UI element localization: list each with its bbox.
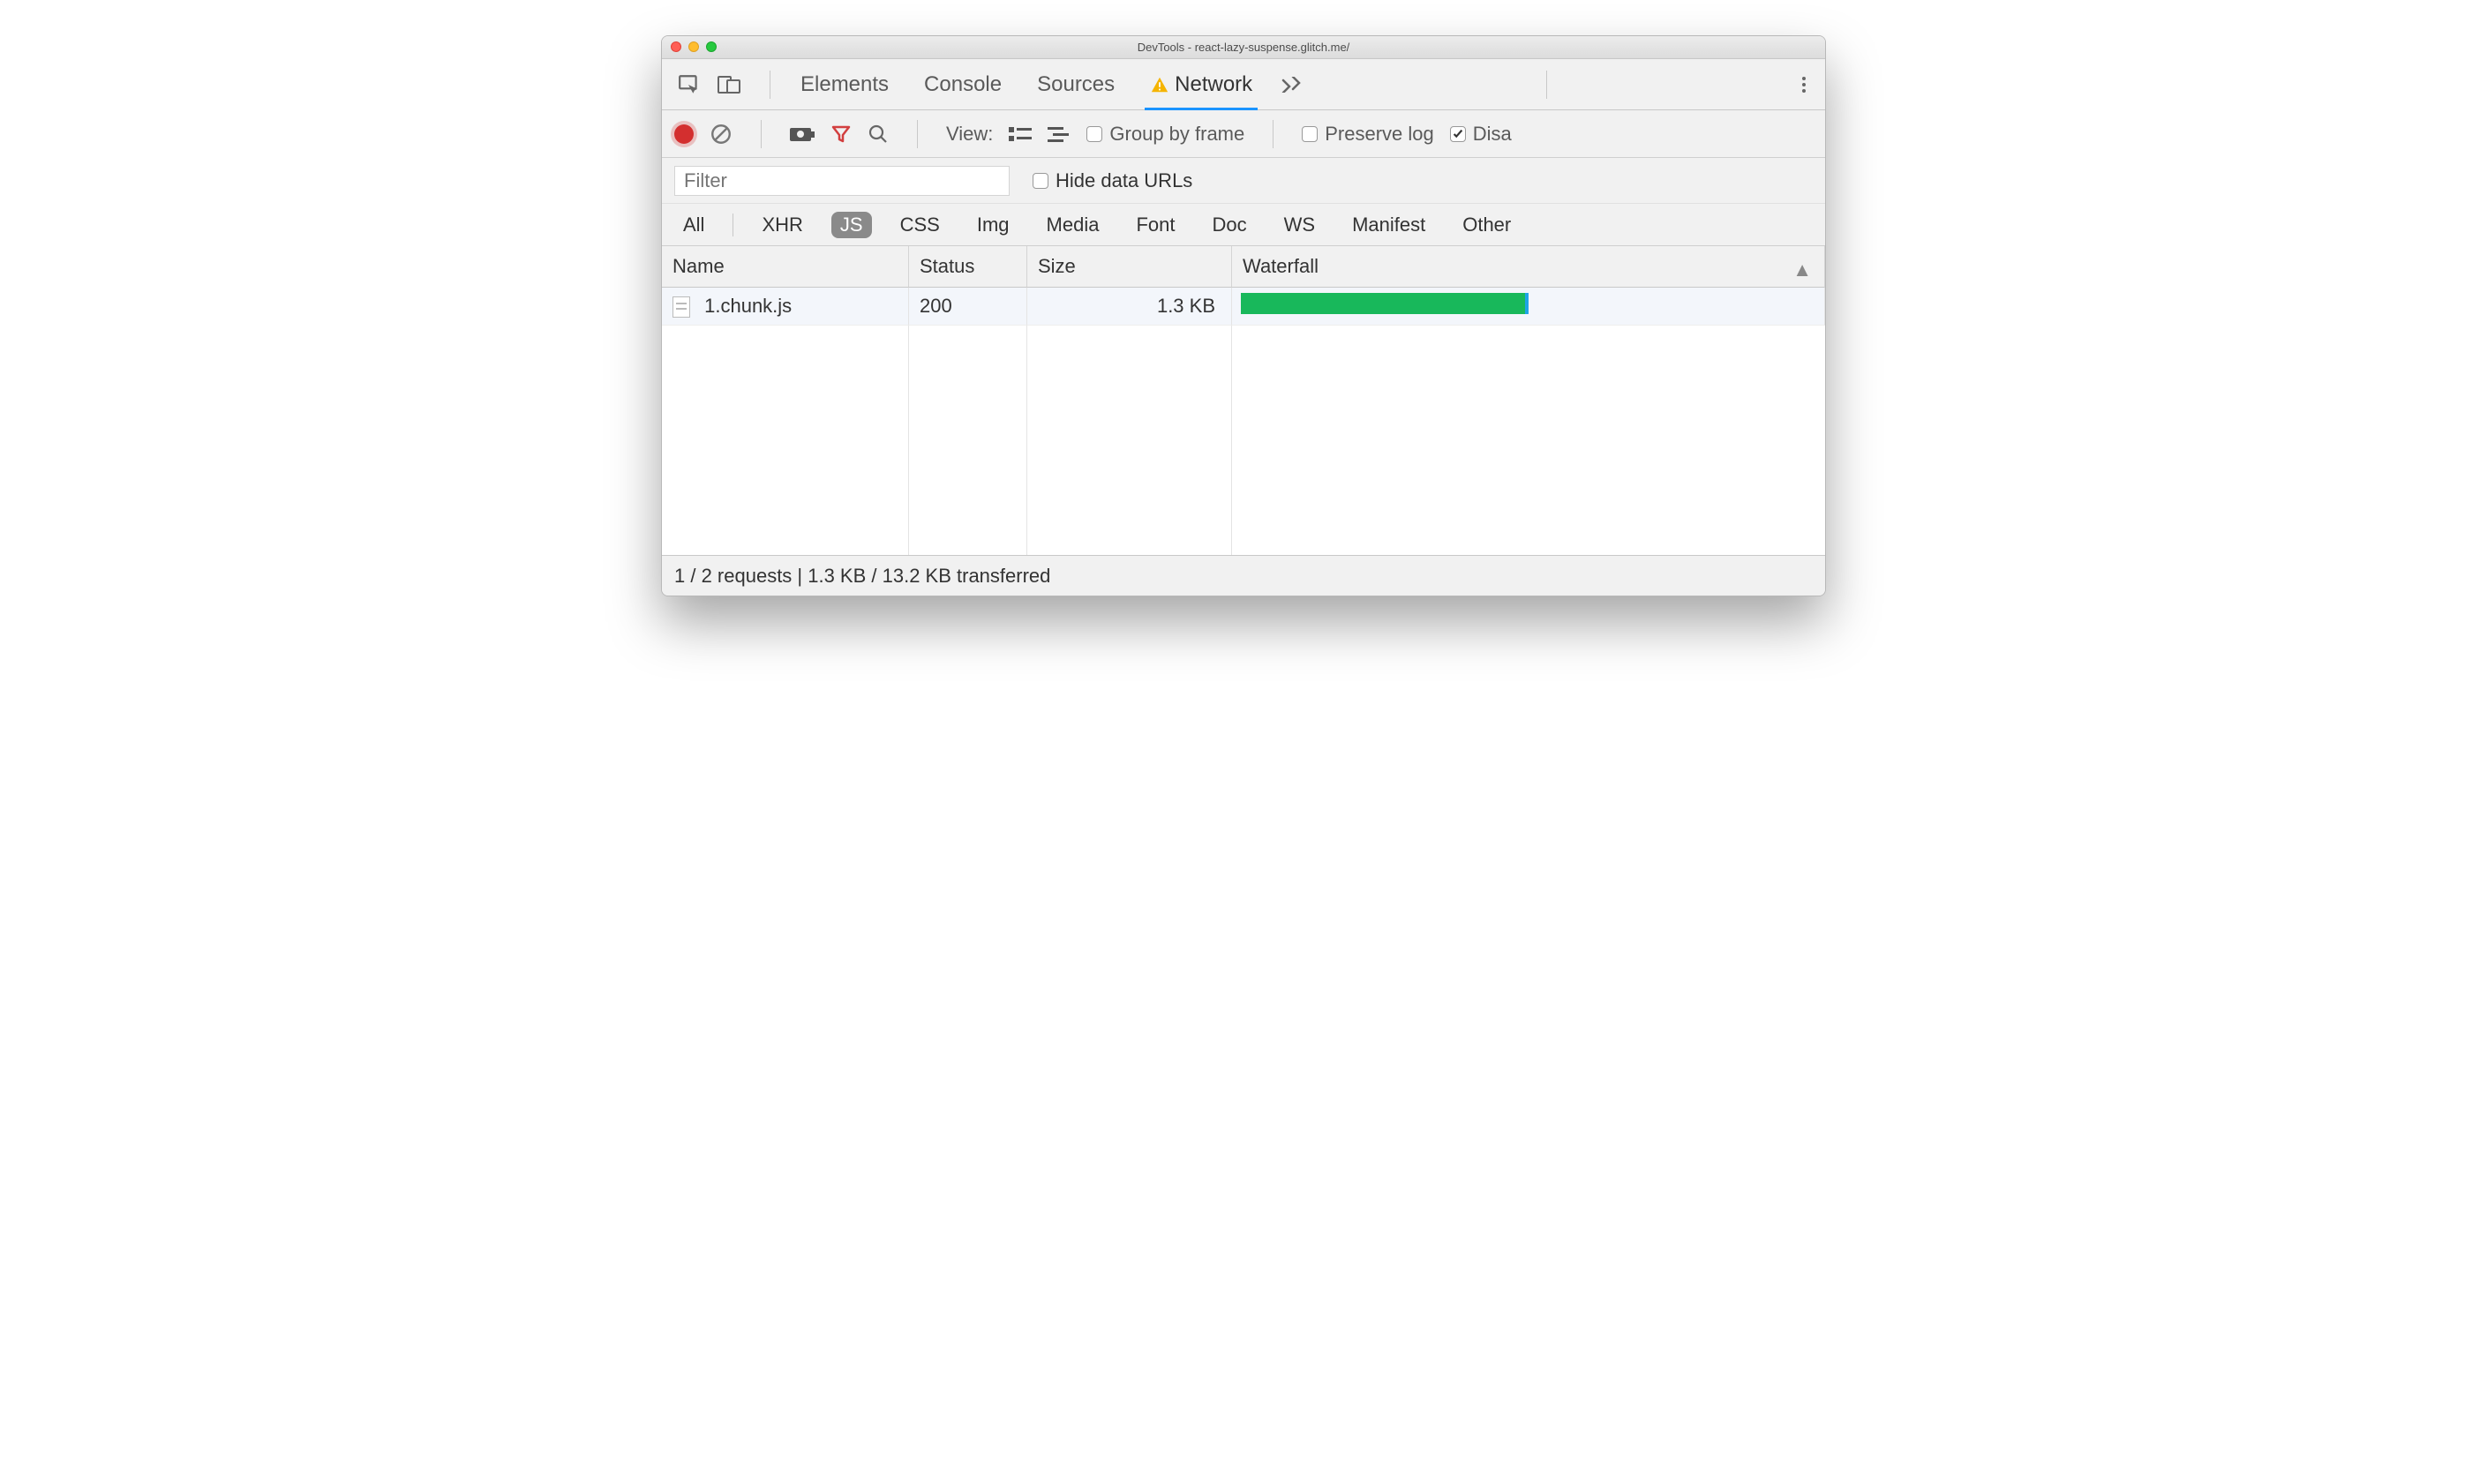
- network-toolbar: View: Group by frame Preserve log Disa: [662, 110, 1825, 158]
- tab-network[interactable]: Network: [1132, 59, 1270, 109]
- type-ws[interactable]: WS: [1275, 212, 1324, 238]
- inspect-element-icon[interactable]: [678, 73, 701, 96]
- filter-bar: Hide data URLs: [662, 158, 1825, 204]
- view-label: View:: [946, 123, 993, 146]
- devtools-window: DevTools - react-lazy-suspense.glitch.me…: [661, 35, 1826, 596]
- status-summary: 1 / 2 requests | 1.3 KB / 13.2 KB transf…: [674, 565, 1050, 588]
- col-name[interactable]: Name: [662, 246, 909, 288]
- filter-icon[interactable]: [830, 124, 852, 145]
- type-manifest[interactable]: Manifest: [1343, 212, 1434, 238]
- table-row-name[interactable]: 1.chunk.js: [662, 288, 909, 326]
- script-file-icon: [672, 296, 690, 318]
- table-row-size[interactable]: 1.3 KB: [1027, 288, 1232, 326]
- table-row-status[interactable]: 200: [909, 288, 1027, 326]
- tab-sources[interactable]: Sources: [1019, 59, 1132, 109]
- type-css[interactable]: CSS: [891, 212, 949, 238]
- clear-icon[interactable]: [710, 123, 733, 146]
- type-xhr[interactable]: XHR: [753, 212, 811, 238]
- group-by-frame-checkbox[interactable]: Group by frame: [1086, 123, 1244, 146]
- device-toolbar-icon[interactable]: [717, 73, 741, 96]
- col-status[interactable]: Status: [909, 246, 1027, 288]
- type-media[interactable]: Media: [1038, 212, 1108, 238]
- search-icon[interactable]: [868, 124, 889, 145]
- record-button[interactable]: [674, 124, 694, 144]
- type-img[interactable]: Img: [968, 212, 1018, 238]
- table-row-waterfall[interactable]: [1232, 288, 1825, 326]
- view-small-icon[interactable]: [1048, 125, 1071, 143]
- tab-console[interactable]: Console: [906, 59, 1019, 109]
- separator: [1273, 120, 1274, 148]
- separator: [1546, 71, 1547, 99]
- hide-data-urls-checkbox[interactable]: Hide data URLs: [1033, 169, 1192, 192]
- type-doc[interactable]: Doc: [1203, 212, 1255, 238]
- type-font[interactable]: Font: [1127, 212, 1183, 238]
- waterfall-bar: [1241, 293, 1529, 314]
- status-bar: 1 / 2 requests | 1.3 KB / 13.2 KB transf…: [662, 555, 1825, 596]
- view-large-icon[interactable]: [1009, 125, 1032, 143]
- preserve-log-checkbox[interactable]: Preserve log: [1302, 123, 1434, 146]
- sort-indicator-icon: ▲: [1792, 259, 1812, 281]
- close-window-button[interactable]: [671, 41, 681, 52]
- table-empty-area: [662, 326, 1825, 555]
- window-controls: [671, 41, 717, 52]
- separator: [917, 120, 918, 148]
- col-size[interactable]: Size: [1027, 246, 1232, 288]
- separator: [761, 120, 762, 148]
- capture-screenshots-icon[interactable]: [790, 125, 815, 143]
- type-other[interactable]: Other: [1454, 212, 1520, 238]
- tab-elements[interactable]: Elements: [783, 59, 906, 109]
- warning-icon: [1150, 75, 1169, 94]
- col-waterfall[interactable]: Waterfall ▲: [1232, 246, 1825, 288]
- resource-type-filter: All XHR JS CSS Img Media Font Doc WS Man…: [662, 204, 1825, 246]
- disable-cache-checkbox[interactable]: Disa: [1450, 123, 1512, 146]
- type-js[interactable]: JS: [831, 212, 872, 238]
- requests-table: Name Status Size Waterfall ▲ 1.chunk.js …: [662, 246, 1825, 555]
- more-tabs-icon[interactable]: [1281, 77, 1304, 93]
- title-bar: DevTools - react-lazy-suspense.glitch.me…: [662, 36, 1825, 59]
- filter-input[interactable]: [674, 166, 1010, 196]
- panel-tabstrip: Elements Console Sources Network: [662, 59, 1825, 110]
- minimize-window-button[interactable]: [688, 41, 699, 52]
- settings-menu-icon[interactable]: [1802, 77, 1806, 93]
- type-all[interactable]: All: [674, 212, 713, 238]
- zoom-window-button[interactable]: [706, 41, 717, 52]
- window-title: DevTools - react-lazy-suspense.glitch.me…: [1138, 41, 1350, 54]
